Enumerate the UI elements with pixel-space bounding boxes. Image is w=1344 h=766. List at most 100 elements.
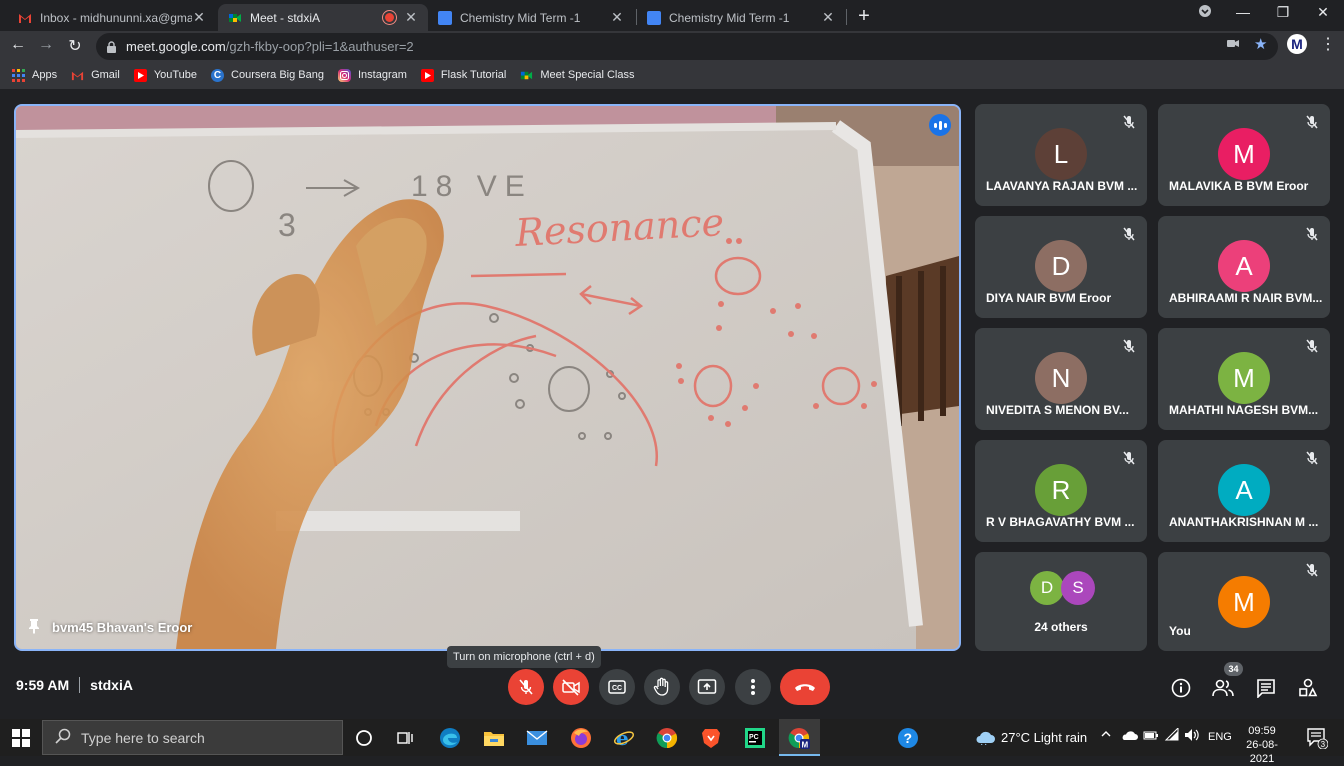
volume-icon[interactable] — [1184, 728, 1200, 745]
participant-count-badge: 34 — [1224, 662, 1243, 676]
microphone-toggle-button[interactable] — [508, 669, 544, 705]
others-tile[interactable]: D S 24 others — [975, 552, 1147, 651]
participant-name: LAAVANYA RAJAN BVM ... — [986, 179, 1138, 193]
lock-icon — [106, 40, 118, 53]
bookmark-apps[interactable]: Apps — [12, 68, 57, 82]
raise-hand-button[interactable] — [644, 669, 680, 705]
file-explorer-icon[interactable] — [483, 727, 505, 749]
meeting-code: stdxiA — [90, 677, 133, 693]
menu-kebab-icon[interactable]: ⋮ — [1320, 34, 1336, 54]
battery-icon[interactable] — [1143, 729, 1159, 744]
windows-start-icon[interactable] — [12, 729, 30, 752]
onedrive-icon[interactable] — [1120, 729, 1138, 744]
close-icon[interactable]: ✕ — [610, 9, 624, 26]
whiteboard-video-frame: 3 18 VE Resonance — [16, 106, 959, 649]
close-icon[interactable]: ✕ — [404, 9, 418, 26]
participant-tile[interactable]: R R V BHAGAVATHY BVM ... — [975, 440, 1147, 542]
participant-tile[interactable]: M MALAVIKA B BVM Eroor — [1158, 104, 1330, 206]
chevron-up-icon[interactable] — [1100, 728, 1112, 743]
tab-search-icon[interactable] — [1195, 4, 1215, 21]
notification-center-icon[interactable]: 3 — [1306, 727, 1329, 752]
forward-icon[interactable]: → — [36, 36, 56, 54]
minimize-icon[interactable]: — — [1233, 4, 1253, 20]
pin-icon[interactable] — [28, 618, 40, 637]
participant-tile[interactable]: L LAAVANYA RAJAN BVM ... — [975, 104, 1147, 206]
brave-icon[interactable] — [700, 727, 722, 749]
weather-text[interactable]: 27°C Light rain — [1001, 730, 1087, 745]
mic-off-icon — [1304, 226, 1320, 242]
camera-toggle-button[interactable] — [553, 669, 589, 705]
gmail-icon — [71, 69, 84, 82]
participant-name: R V BHAGAVATHY BVM ... — [986, 515, 1135, 529]
chat-icon — [1257, 679, 1275, 698]
activities-button[interactable] — [1297, 677, 1319, 699]
window-close-icon[interactable]: ✕ — [1313, 4, 1333, 21]
tab-divider — [846, 9, 847, 25]
tab-meet[interactable]: Meet - stdxiA ✕ — [218, 4, 428, 31]
help-icon[interactable]: ? — [897, 727, 919, 749]
participant-tile[interactable]: A ABHIRAAMI R NAIR BVM... — [1158, 216, 1330, 318]
task-view-icon[interactable] — [395, 727, 417, 749]
tab-title: Chemistry Mid Term -1 — [669, 10, 790, 25]
bookmark-coursera[interactable]: C Coursera Big Bang — [211, 68, 324, 82]
apps-grid-icon — [12, 68, 25, 82]
participant-tile[interactable]: D DIYA NAIR BVM Eroor — [975, 216, 1147, 318]
participant-tile[interactable]: N NIVEDITA S MENON BV... — [975, 328, 1147, 430]
bookmark-instagram[interactable]: Instagram — [338, 68, 407, 82]
pycharm-icon[interactable]: PC — [744, 727, 766, 749]
profile-avatar[interactable]: M — [1287, 34, 1307, 54]
taskbar-clock[interactable]: 09:59 26-08-2021 — [1234, 724, 1290, 766]
captions-button[interactable]: CC — [599, 669, 635, 705]
mic-off-icon — [1304, 338, 1320, 354]
restore-icon[interactable]: ❐ — [1273, 4, 1293, 21]
meeting-info: 9:59 AM stdxiA — [16, 677, 133, 693]
language-indicator[interactable]: ENG — [1208, 731, 1232, 743]
tab-gmail-inbox[interactable]: Inbox - midhununni.xa@gmail.co ✕ — [8, 4, 216, 31]
wifi-icon[interactable] — [1164, 726, 1180, 745]
firefox-icon[interactable] — [570, 727, 592, 749]
close-icon[interactable]: ✕ — [192, 9, 206, 26]
chrome-icon[interactable] — [656, 727, 678, 749]
svg-text:e: e — [616, 727, 629, 749]
svg-text:?: ? — [904, 730, 913, 746]
meeting-details-button[interactable] — [1170, 677, 1192, 699]
mic-off-icon — [1304, 450, 1320, 466]
show-everyone-button[interactable] — [1212, 677, 1234, 699]
mic-off-icon — [1121, 338, 1137, 354]
mail-icon[interactable] — [526, 727, 548, 749]
back-icon[interactable]: ← — [8, 36, 28, 54]
bookmark-youtube[interactable]: YouTube — [133, 68, 197, 82]
leave-call-button[interactable] — [780, 669, 830, 705]
internet-explorer-icon[interactable]: e — [613, 727, 635, 749]
mic-off-icon — [1121, 226, 1137, 242]
whiteboard-valence: 18 VE — [411, 170, 533, 203]
bookmark-star-icon[interactable]: ★ — [1254, 35, 1267, 53]
address-bar[interactable]: meet.google.com /gzh-fkby-oop?pli=1&auth… — [96, 33, 1278, 60]
chrome-profile-icon[interactable]: M — [788, 727, 810, 749]
avatar-initial: L — [1053, 138, 1069, 169]
bookmark-gmail[interactable]: Gmail — [71, 69, 120, 82]
camera-icon[interactable] — [1226, 36, 1240, 53]
cortana-icon[interactable] — [353, 727, 375, 749]
tab-chemistry-2[interactable]: Chemistry Mid Term -1 ✕ — [637, 4, 845, 31]
bookmark-label: Meet Special Class — [540, 69, 635, 81]
edge-icon[interactable] — [439, 727, 461, 749]
present-screen-button[interactable] — [689, 669, 725, 705]
participant-tile[interactable]: A ANANTHAKRISHNAN M ... — [1158, 440, 1330, 542]
self-tile[interactable]: M You — [1158, 552, 1330, 651]
reload-icon[interactable]: ↻ — [65, 36, 85, 56]
main-video-tile[interactable]: 3 18 VE Resonance bvm45 Bhavan's Eroor — [14, 104, 961, 651]
tab-chemistry-1[interactable]: Chemistry Mid Term -1 ✕ — [428, 4, 634, 31]
close-icon[interactable]: ✕ — [821, 9, 835, 26]
weather-icon[interactable] — [974, 729, 996, 748]
taskbar-search-box[interactable]: Type here to search — [42, 720, 343, 755]
meet-icon — [520, 69, 533, 82]
participant-tile[interactable]: M MAHATHI NAGESH BVM... — [1158, 328, 1330, 430]
bookmark-flask[interactable]: Flask Tutorial — [420, 68, 506, 82]
more-options-button[interactable] — [735, 669, 771, 705]
participant-name: ABHIRAAMI R NAIR BVM... — [1169, 291, 1323, 305]
youtube-icon — [133, 68, 147, 82]
bookmark-meet-special[interactable]: Meet Special Class — [520, 69, 635, 82]
chat-button[interactable] — [1255, 677, 1277, 699]
new-tab-icon[interactable]: + — [854, 5, 874, 28]
